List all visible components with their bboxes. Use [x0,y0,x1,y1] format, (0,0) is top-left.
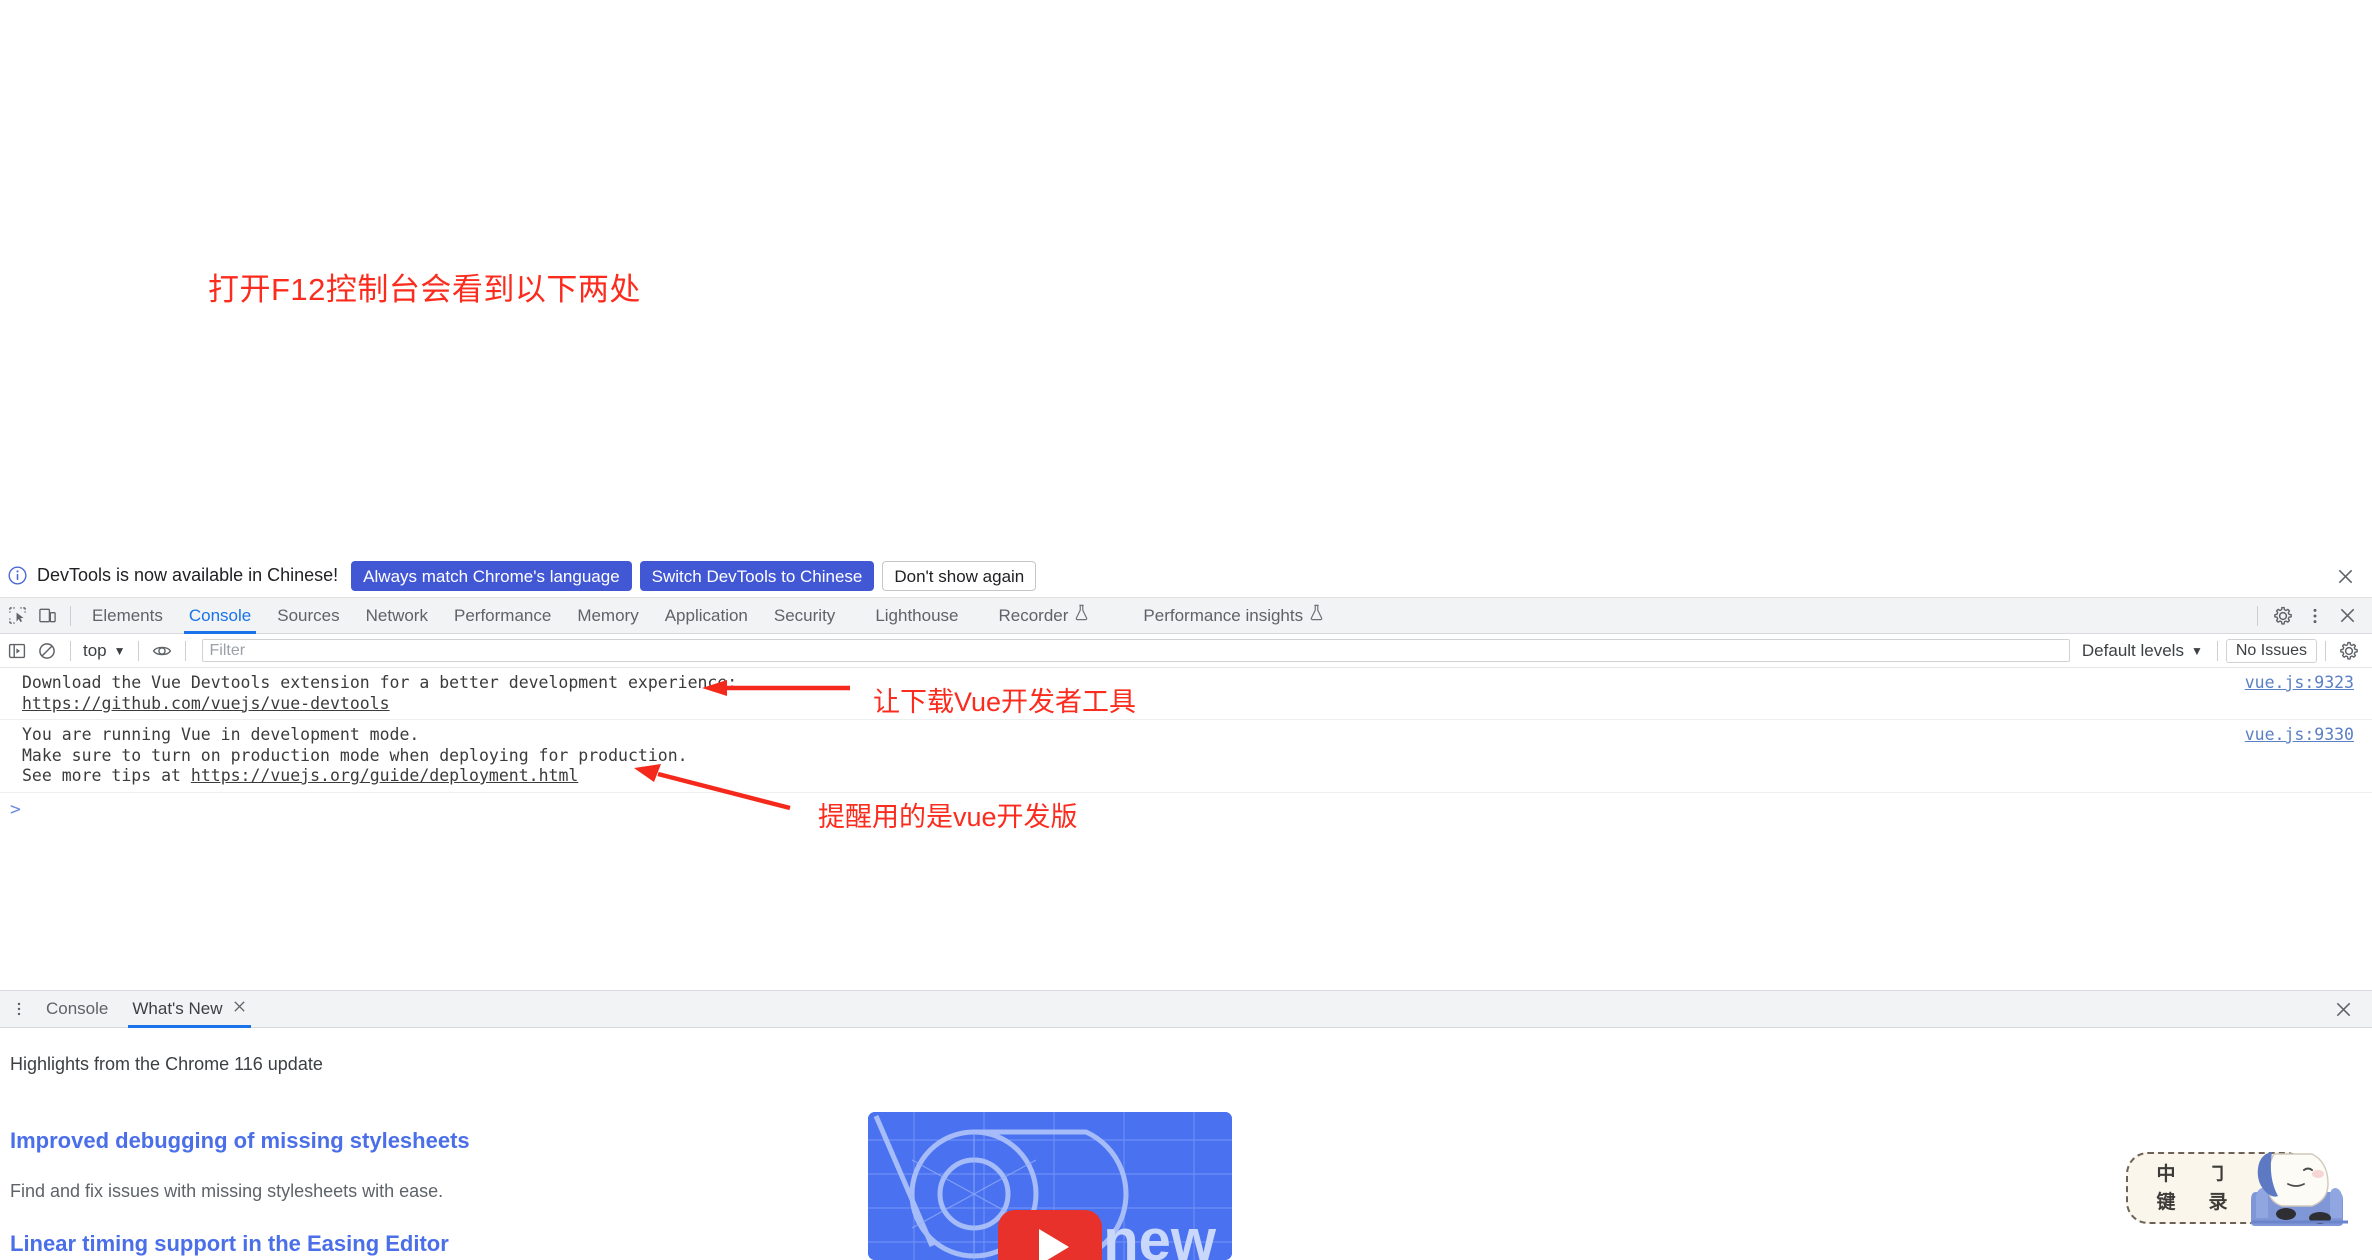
tab-label: Security [773,605,836,625]
tab-label: Memory [577,605,639,625]
tab-label: Elements [92,605,163,625]
prompt-caret-icon: > [10,798,21,820]
whats-new-item-title[interactable]: Improved debugging of missing stylesheet… [10,1128,470,1154]
tab-label: Performance insights [1143,605,1304,625]
console-message-source-link[interactable]: vue.js:9323 [2245,673,2354,692]
console-sidebar-icon[interactable] [2,636,32,666]
toolbar-divider [70,605,71,626]
tab-lighthouse[interactable]: Lighthouse [862,598,971,634]
console-message-link[interactable]: https://vuejs.org/guide/deployment.html [191,766,578,785]
annotation-open-f12: 打开F12控制台会看到以下两处 [208,272,641,307]
play-button-icon[interactable] [998,1210,1102,1260]
whats-new-item-title[interactable]: Linear timing support in the Easing Edit… [10,1231,449,1257]
settings-gear-icon[interactable] [2268,601,2298,631]
ime-status-badge: 中 ㇆ 半 键 录 设 [2126,1148,2352,1230]
toolbar-divider [70,640,71,661]
tab-label: Console [188,605,252,625]
devtools-toolbar-actions [2249,601,2372,631]
screenshot-root: 打开F12控制台会看到以下两处 DevTools is now availabl… [0,0,2372,1260]
tab-sources[interactable]: Sources [264,598,352,634]
panda-mascot-icon [2251,1152,2348,1226]
console-filter-input[interactable] [201,639,2070,662]
tab-performance[interactable]: Performance [441,598,564,634]
tab-memory[interactable]: Memory [564,598,651,634]
inspect-element-icon[interactable] [2,601,32,631]
toolbar-divider [2325,640,2326,661]
drawer-tab-whats-new[interactable]: What's New [120,990,258,1028]
execution-context-label: top [83,640,107,660]
dont-show-again-button[interactable]: Don't show again [882,560,1037,591]
tab-security[interactable]: Security [761,598,848,634]
drawer-tab-bar: Console What's New [0,990,2372,1028]
tab-application[interactable]: Application [652,598,761,634]
more-options-icon[interactable] [2300,601,2330,631]
tab-performance-insights[interactable]: Performance insights [1130,598,1337,634]
whats-new-video-caption: new [1103,1208,1216,1260]
devtools-tab-bar: Elements Console Sources Network Perform… [0,598,2372,634]
console-message-line: Make sure to turn on production mode whe… [22,745,688,765]
tab-label: Performance [453,605,552,625]
experiment-flask-icon [1309,598,1324,634]
web-page-content-area: 打开F12控制台会看到以下两处 [0,0,2372,554]
console-message-row[interactable]: You are running Vue in development mode.… [0,720,2372,793]
info-icon [6,565,28,587]
toolbar-divider [2257,605,2258,626]
console-message-text: See more tips at [22,766,191,785]
whats-new-video-thumbnail[interactable]: new [868,1112,1232,1260]
tab-close-icon[interactable] [232,999,247,1019]
tab-console[interactable]: Console [176,598,264,634]
ime-char: ㇆ [2208,1162,2228,1185]
console-message-source-link[interactable]: vue.js:9330 [2245,725,2354,744]
live-expression-icon[interactable] [147,636,177,666]
console-message-link[interactable]: https://github.com/vuejs/vue-devtools [22,694,390,713]
drawer-tab-console[interactable]: Console [34,990,120,1028]
console-message-row[interactable]: Download the Vue Devtools extension for … [0,668,2372,720]
tab-label: Sources [277,605,340,625]
ime-char: 中 [2156,1162,2176,1185]
chevron-down-icon: ▼ [2190,643,2203,658]
annotation-label-devmode: 提醒用的是vue开发版 [818,802,1078,832]
tab-label: Recorder [998,605,1069,625]
notification-message: DevTools is now available in Chinese! [37,565,339,585]
log-level-label: Default levels [2081,640,2184,660]
devtools-language-notification: DevTools is now available in Chinese! Al… [0,554,2372,598]
play-triangle [1038,1229,1069,1260]
whats-new-item-desc: Find and fix issues with missing stylesh… [10,1181,444,1201]
device-toolbar-icon[interactable] [32,601,62,631]
console-message-line: Download the Vue Devtools extension for … [22,673,738,692]
tab-label: Lighthouse [875,605,959,625]
ime-char: 键 [2156,1190,2176,1213]
execution-context-selector[interactable]: top ▼ [79,641,130,661]
log-level-selector[interactable]: Default levels ▼ [2076,641,2209,661]
console-message-list: Download the Vue Devtools extension for … [0,668,2372,990]
toolbar-divider [137,640,139,661]
drawer-tab-label: What's New [132,999,223,1018]
switch-to-chinese-button[interactable]: Switch DevTools to Chinese [639,560,875,591]
toolbar-divider [184,640,186,661]
tab-network[interactable]: Network [353,598,441,634]
toolbar-divider [2216,640,2218,661]
annotation-label-devtools: 让下载Vue开发者工具 [873,687,1137,717]
console-message-line: You are running Vue in development mode. [22,725,420,744]
ime-char: 录 [2208,1190,2228,1213]
console-filter-toolbar: top ▼ Default levels ▼ No Issues [0,634,2372,668]
drawer-more-icon[interactable] [4,994,34,1024]
tab-label: Network [365,605,428,625]
tab-recorder[interactable]: Recorder [986,598,1103,634]
drawer-close-icon[interactable] [2334,1000,2356,1022]
console-settings-gear-icon[interactable] [2334,636,2364,666]
whats-new-subtitle: Highlights from the Chrome 116 update [10,1054,323,1074]
tab-label: Application [664,605,748,625]
tab-elements[interactable]: Elements [79,598,176,634]
issues-counter-button[interactable]: No Issues [2225,638,2317,663]
chevron-down-icon: ▼ [113,643,126,658]
console-message-line: See more tips at https://vuejs.org/guide… [22,766,2372,787]
drawer-tab-label: Console [46,999,109,1018]
clear-console-icon[interactable] [32,636,62,666]
close-devtools-icon[interactable] [2332,601,2362,631]
close-icon[interactable] [2334,565,2356,587]
always-match-language-button[interactable]: Always match Chrome's language [351,560,632,591]
console-input-prompt[interactable]: > [0,793,2372,826]
experiment-flask-icon [1074,598,1089,634]
